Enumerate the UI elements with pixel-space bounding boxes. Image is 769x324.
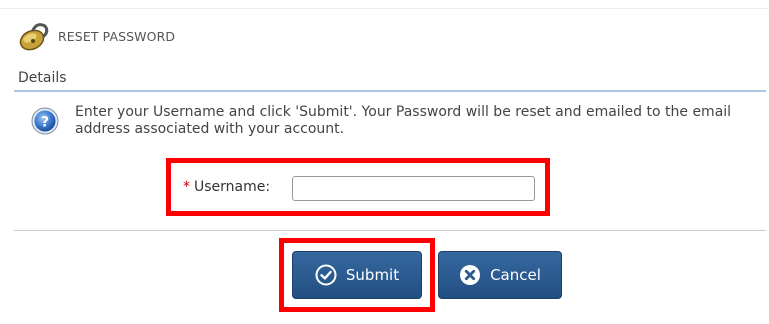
section-title: Details xyxy=(18,70,67,86)
submit-button[interactable]: Submit xyxy=(292,251,422,299)
page-header: RESET PASSWORD xyxy=(16,20,175,52)
cancel-label: Cancel xyxy=(490,266,541,284)
username-label: * Username: xyxy=(183,179,270,195)
x-circle-icon xyxy=(460,265,481,285)
help-icon: ? xyxy=(31,107,59,135)
form-divider xyxy=(14,230,766,231)
cancel-button[interactable]: Cancel xyxy=(438,251,562,299)
username-label-text: Username: xyxy=(194,179,271,195)
info-message: ? Enter your Username and click 'Submit'… xyxy=(31,104,756,138)
required-marker: * xyxy=(183,179,190,195)
reset-password-page: RESET PASSWORD Details ? Enter your User… xyxy=(0,0,769,324)
submit-label: Submit xyxy=(345,266,400,284)
svg-text:?: ? xyxy=(41,115,49,131)
info-text: Enter your Username and click 'Submit'. … xyxy=(75,104,732,137)
lock-icon xyxy=(19,23,49,51)
username-input[interactable] xyxy=(292,176,535,201)
check-circle-icon xyxy=(315,264,337,286)
top-divider xyxy=(0,8,769,9)
page-title: RESET PASSWORD xyxy=(58,28,176,44)
username-field-group: * Username: xyxy=(166,158,550,216)
section-divider xyxy=(14,90,766,92)
